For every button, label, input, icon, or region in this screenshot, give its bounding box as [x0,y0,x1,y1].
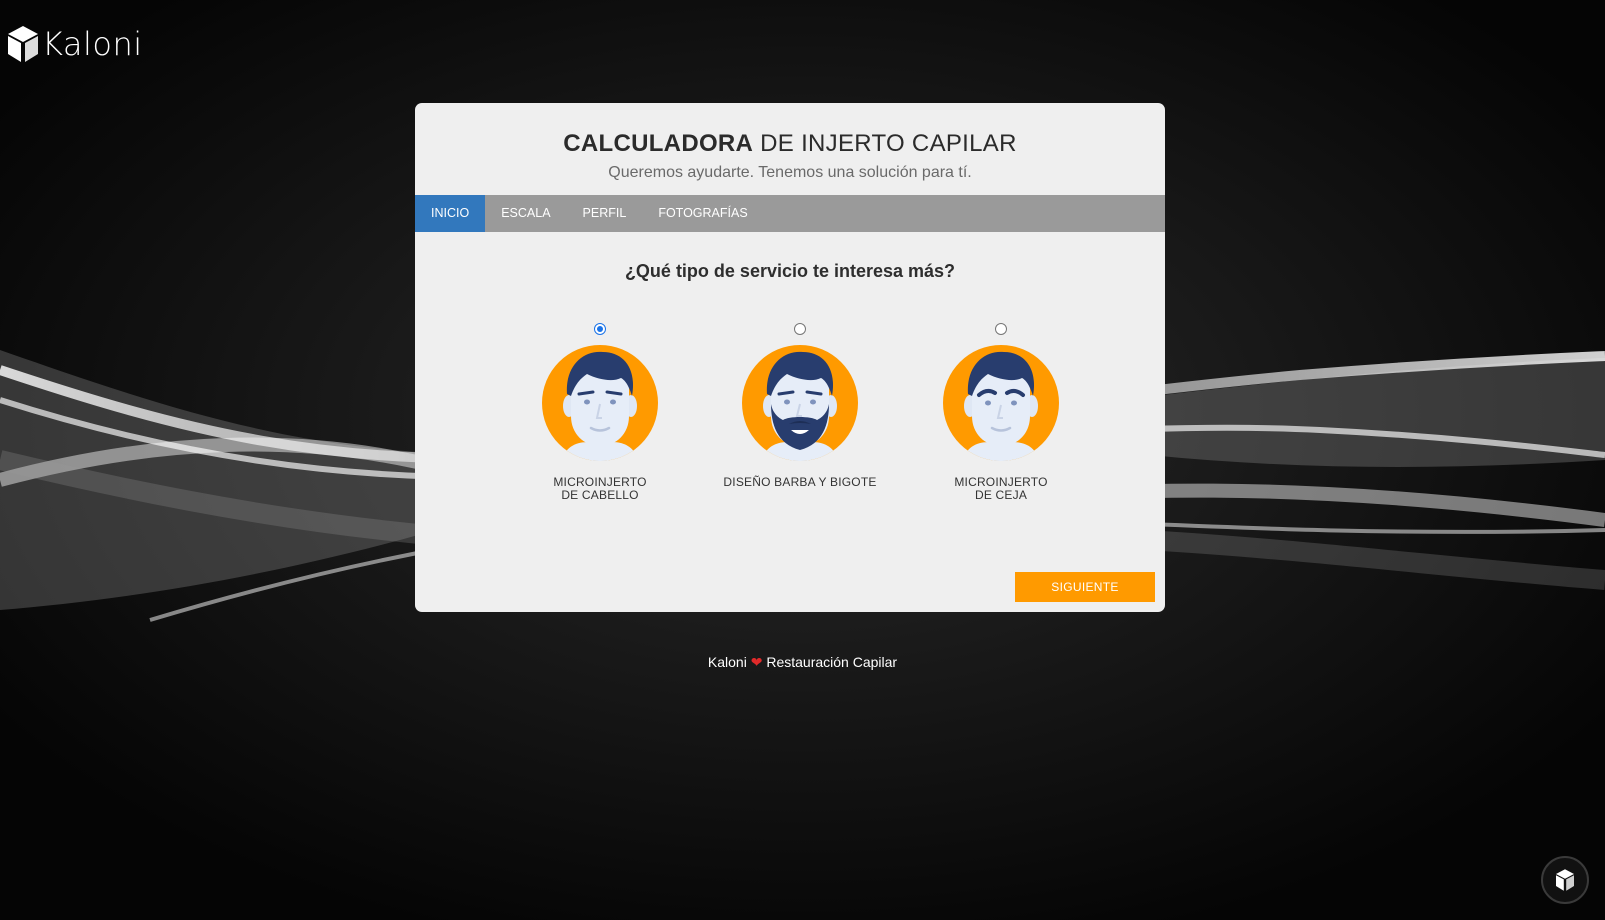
tab-escala[interactable]: ESCALA [485,195,566,232]
tab-fotografias[interactable]: FOTOGRAFÍAS [642,195,763,232]
footer-tagline: Restauración Capilar [766,654,898,670]
card-subtitle: Queremos ayudarte. Tenemos una solución … [608,164,972,181]
option-label: MICROINJERTO DE CABELLO [553,475,647,502]
option-label: DISEÑO BARBA Y BIGOTE [723,475,877,489]
kaloni-cube-icon [8,26,38,62]
calculator-card: CALCULADORA DE INJERTO CAPILAR Queremos … [415,103,1165,612]
option-microinjerto-cabello[interactable]: MICROINJERTO DE CABELLO [500,323,700,502]
man-eyebrow-avatar-icon [943,345,1059,461]
option-radio[interactable] [794,323,806,335]
brand-name: Kaloni [42,25,143,63]
heart-icon: ❤ [750,654,763,670]
next-button[interactable]: SIGUIENTE [1015,572,1155,602]
option-radio[interactable] [594,323,606,335]
footer-brand: Kaloni [707,654,747,670]
chat-widget-button[interactable] [1541,856,1589,904]
option-microinjerto-ceja[interactable]: MICROINJERTO DE CEJA [901,323,1101,502]
option-radio[interactable] [995,323,1007,335]
kaloni-logo[interactable]: Kaloni [6,24,143,64]
man-avatar-icon [542,345,658,461]
footer: Kaloni ❤ Restauración Capilar [0,654,1605,671]
option-diseno-barba-bigote[interactable]: DISEÑO BARBA Y BIGOTE [700,323,900,489]
kaloni-cube-icon [1556,869,1574,891]
bearded-man-avatar-icon [742,345,858,461]
card-title: CALCULADORA DE INJERTO CAPILAR [563,130,1017,157]
tab-perfil[interactable]: PERFIL [567,195,643,232]
option-label: MICROINJERTO DE CEJA [954,475,1048,502]
step-tabs: INICIO ESCALA PERFIL FOTOGRAFÍAS [415,195,1165,232]
service-question: ¿Qué tipo de servicio te interesa más? [624,261,956,281]
tab-inicio[interactable]: INICIO [415,195,486,232]
